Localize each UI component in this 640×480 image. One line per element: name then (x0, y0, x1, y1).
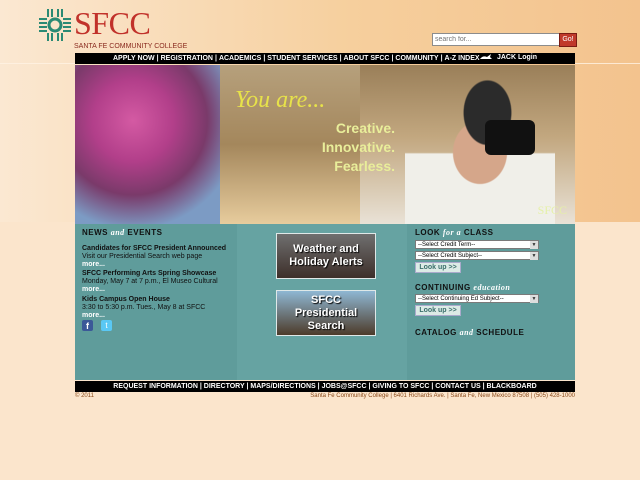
twitter-icon[interactable]: t (101, 320, 112, 331)
weather-alerts-banner[interactable]: Weather and Holiday Alerts (276, 233, 376, 279)
news-item-desc: Visit our Presidential Search web page (82, 253, 203, 260)
continuing-ed-select[interactable]: --Select Continuing Ed Subject-- (415, 294, 539, 303)
search-go-button[interactable]: Go! (559, 33, 577, 47)
nav-academics[interactable]: ACADEMICS (219, 55, 261, 62)
copyright: © 2011 (75, 393, 94, 399)
continuing-look-up-button[interactable]: Look up >> (415, 305, 461, 316)
hero-tagline: Creative. Innovative. Fearless. (265, 119, 395, 176)
footer-blackboard[interactable]: BLACKBOARD (487, 383, 537, 390)
catalog-schedule-heading[interactable]: CATALOG and SCHEDULE (415, 328, 524, 337)
facebook-icon[interactable]: f (82, 320, 93, 331)
footer-maps[interactable]: MAPS/DIRECTIONS (250, 383, 315, 390)
news-item-title[interactable]: Candidates for SFCC President Announced (82, 245, 232, 253)
hero-headline: You are... (235, 87, 326, 113)
news-heading: NEWS and EVENTS (82, 228, 163, 237)
logo-subtitle: SANTA FE COMMUNITY COLLEGE (74, 43, 188, 50)
news-item: SFCC Performing Arts Spring Showcase Mon… (82, 270, 232, 294)
nav-community[interactable]: COMMUNITY (395, 55, 438, 62)
news-item: Candidates for SFCC President Announced … (82, 245, 232, 269)
sfcc-logo[interactable]: SFCC SANTA FE COMMUNITY COLLEGE (38, 3, 187, 53)
footer-giving[interactable]: GIVING TO SFCC (372, 383, 429, 390)
credit-subject-select[interactable]: --Select Credit Subject-- (415, 251, 539, 260)
search-input[interactable] (432, 33, 560, 46)
footer-nav: REQUEST INFORMATION | DIRECTORY | MAPS/D… (75, 381, 575, 392)
footer-directory[interactable]: DIRECTORY (204, 383, 245, 390)
search-banner-line: Presidential (294, 306, 358, 319)
news-item-title[interactable]: SFCC Performing Arts Spring Showcase (82, 270, 232, 278)
hero-tagline-line: Fearless. (334, 158, 395, 174)
weather-banner-line: Holiday Alerts (289, 256, 363, 268)
nav-a-z-index[interactable]: A-Z INDEX (445, 55, 480, 62)
news-item: Kids Campus Open House 3:30 to 5:30 p.m.… (82, 296, 232, 320)
news-item-desc: Monday, May 7 at 7 p.m., El Museo Cultur… (82, 278, 218, 285)
lookup-column: LOOK for a CLASS --Select Credit Term-- … (407, 224, 575, 380)
nav-registration[interactable]: REGISTRATION (161, 55, 213, 62)
look-for-class-heading: LOOK for a CLASS (415, 228, 494, 237)
jack-login-label: JACK Login (496, 53, 537, 61)
camera-icon (485, 120, 535, 155)
hero-tagline-line: Innovative. (321, 139, 395, 155)
weather-banner-line: Weather and (293, 243, 359, 255)
news-more-link[interactable]: more... (82, 312, 232, 320)
news-item-desc: 3:30 to 5:30 p.m. Tues., May 8 at SFCC (82, 304, 206, 311)
zia-sun-icon (39, 9, 71, 41)
hero-banner[interactable]: You are... Creative. Innovative. Fearles… (75, 65, 575, 224)
jack-login-link[interactable]: JACK Login (479, 53, 537, 61)
footer-contact[interactable]: CONTACT US (435, 383, 480, 390)
main-nav: APPLY NOW | REGISTRATION | ACADEMICS | STUD… (75, 53, 575, 64)
jackrabbit-icon (479, 54, 492, 59)
nav-apply-now[interactable]: APPLY NOW (113, 55, 155, 62)
logo-wordmark: SFCC (74, 5, 151, 41)
continuing-education-heading: CONTINUING Education (415, 283, 511, 292)
presidential-search-banner[interactable]: SFCC Presidential Search (276, 290, 376, 336)
footer-request-info[interactable]: REQUEST INFORMATION (113, 383, 198, 390)
content-panel: NEWS and EVENTS Candidates for SFCC Pres… (75, 224, 575, 380)
blossom-tree-photo (75, 65, 220, 224)
hero-tagline-line: Creative. (335, 120, 395, 136)
nav-about-sfcc[interactable]: ABOUT SFCC (344, 55, 390, 62)
news-column: NEWS and EVENTS Candidates for SFCC Pres… (75, 224, 237, 380)
search-banner-line: Search (307, 319, 345, 332)
news-item-title[interactable]: Kids Campus Open House (82, 296, 232, 304)
promo-column: Weather and Holiday Alerts SFCC Presiden… (237, 224, 407, 380)
footer-jobs[interactable]: JOBS@SFCC (322, 383, 367, 390)
search-banner-line: SFCC (311, 293, 341, 306)
news-more-link[interactable]: more... (82, 286, 232, 294)
nav-student-services[interactable]: STUDENT SERVICES (267, 55, 337, 62)
hero-watermark: SFCC (537, 203, 567, 217)
look-up-button[interactable]: Look up >> (415, 262, 461, 273)
credit-term-select[interactable]: --Select Credit Term-- (415, 240, 539, 249)
college-address: Santa Fe Community College | 6401 Richar… (310, 393, 575, 399)
news-more-link[interactable]: more... (82, 261, 232, 269)
